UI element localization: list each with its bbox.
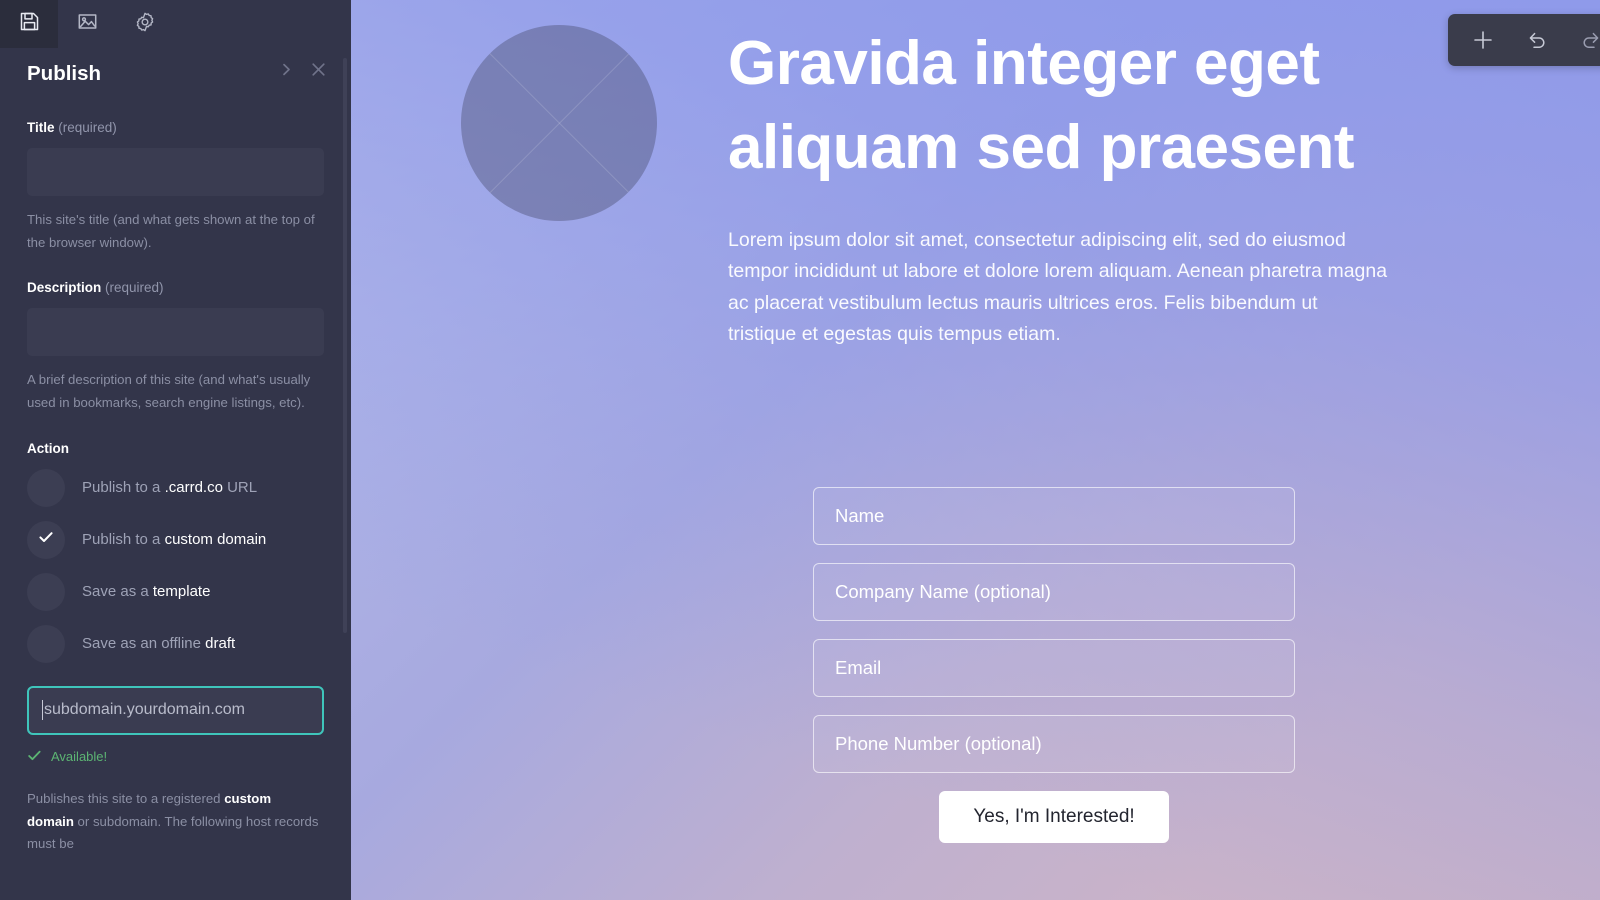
title-label-text: Title: [27, 120, 55, 135]
option-strong: draft: [205, 635, 236, 653]
description-field-label: Description (required): [27, 280, 324, 295]
sidebar-toolbar: [0, 0, 351, 48]
description-label-text: Description: [27, 280, 102, 296]
publish-panel-body: Title (required) This site's title (and …: [0, 96, 351, 900]
expand-panel-button[interactable]: [271, 57, 301, 87]
image-placeholder[interactable]: [461, 25, 657, 221]
custom-domain-placeholder: subdomain.yourdomain.com: [44, 701, 245, 719]
radio-indicator-selected: [27, 520, 65, 559]
editor-window: Gravida integer eget aliquam sed praesen…: [0, 0, 1600, 900]
email-field[interactable]: [813, 639, 1295, 697]
option-prefix: Publish to a: [82, 531, 165, 549]
editor-sidebar: Publish Title (required) This site's tit…: [0, 0, 351, 900]
undo-icon: [1526, 29, 1548, 51]
action-option-carrd-url[interactable]: Publish to a .carrd.co URL: [27, 462, 324, 514]
action-option-label: Save as a template: [82, 583, 210, 600]
phone-field[interactable]: [813, 715, 1295, 773]
floating-editor-toolbar: [1448, 14, 1600, 66]
page-title[interactable]: Gravida integer eget aliquam sed praesen…: [728, 22, 1388, 191]
submit-row: Yes, I'm Interested!: [813, 791, 1295, 843]
option-suffix: URL: [222, 479, 258, 497]
lead-capture-form: Yes, I'm Interested!: [813, 487, 1295, 843]
option-prefix: Publish to a: [82, 479, 165, 497]
company-field[interactable]: [813, 563, 1295, 621]
action-option-label: Save as an offline draft: [82, 635, 235, 652]
submit-button[interactable]: Yes, I'm Interested!: [939, 791, 1169, 843]
check-icon: [27, 748, 42, 766]
name-field[interactable]: [813, 487, 1295, 545]
add-element-button[interactable]: [1456, 14, 1510, 66]
custom-domain-input[interactable]: subdomain.yourdomain.com: [27, 685, 324, 735]
description-field-help: A brief description of this site (and wh…: [27, 372, 311, 411]
availability-text: Available!: [51, 749, 108, 765]
action-option-custom-domain[interactable]: Publish to a custom domain: [27, 514, 324, 566]
panel-header: Publish: [0, 48, 351, 96]
domain-help-prefix: Publishes this site to a registered: [27, 790, 225, 806]
close-panel-button[interactable]: [303, 57, 333, 87]
option-strong: template: [152, 583, 211, 601]
title-field-help: This site's title (and what gets shown a…: [27, 212, 315, 250]
option-prefix: Save as an offline: [82, 635, 206, 653]
site-preview-canvas[interactable]: Gravida integer eget aliquam sed praesen…: [351, 0, 1600, 900]
option-prefix: Save as a: [82, 583, 153, 601]
action-option-label: Publish to a .carrd.co URL: [82, 479, 257, 496]
gear-icon: [134, 11, 156, 38]
image-icon-button[interactable]: [58, 0, 116, 48]
close-icon: [310, 61, 327, 83]
title-field-label: Title (required): [27, 120, 324, 135]
title-required-note: (required): [58, 120, 117, 135]
radio-indicator: [27, 624, 65, 663]
text-caret: [42, 700, 43, 721]
undo-button[interactable]: [1510, 14, 1564, 66]
chevron-right-icon: [279, 62, 294, 82]
site-description-input[interactable]: [27, 308, 324, 357]
check-icon: [37, 528, 55, 551]
panel-title: Publish: [27, 62, 102, 85]
radio-indicator: [27, 468, 65, 507]
description-required-note: (required): [105, 280, 164, 296]
radio-indicator: [27, 572, 65, 611]
action-section-label: Action: [27, 440, 69, 456]
action-option-label: Publish to a custom domain: [82, 531, 266, 548]
gear-icon-button[interactable]: [116, 0, 174, 48]
redo-button[interactable]: [1564, 14, 1600, 66]
action-option-offline-draft[interactable]: Save as an offline draft: [27, 618, 324, 670]
action-option-template[interactable]: Save as a template: [27, 566, 324, 618]
custom-domain-help: Publishes this site to a registered cust…: [27, 788, 319, 856]
site-title-input[interactable]: [27, 148, 324, 196]
save-icon: [19, 11, 40, 37]
hero-paragraph[interactable]: Lorem ipsum dolor sit amet, consectetur …: [728, 225, 1388, 351]
save-icon-button[interactable]: [0, 0, 58, 48]
option-strong: .carrd.co: [164, 479, 223, 497]
sidebar-scrollbar[interactable]: [343, 58, 347, 633]
domain-availability-status: Available!: [27, 748, 324, 766]
option-strong: custom domain: [164, 531, 267, 549]
plus-icon: [1472, 29, 1494, 51]
redo-icon: [1580, 29, 1600, 51]
hero-section: Gravida integer eget aliquam sed praesen…: [728, 22, 1388, 351]
image-icon: [77, 11, 98, 37]
